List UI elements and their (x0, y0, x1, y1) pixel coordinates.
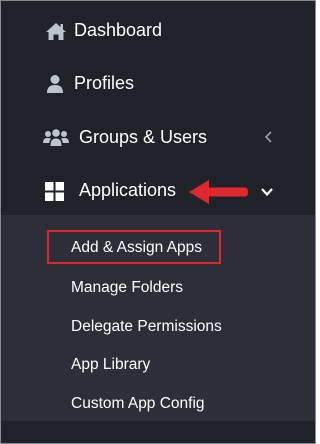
sidebar-item-label: Profiles (74, 73, 135, 93)
chevron-left-icon (262, 130, 276, 144)
submenu-item-app-library[interactable]: App Library (71, 356, 150, 374)
submenu-item-custom-app-config[interactable]: Custom App Config (71, 395, 205, 413)
sidebar-item-profiles[interactable]: Profiles (1, 64, 315, 104)
home-icon (45, 21, 67, 41)
sidebar-item-dashboard[interactable]: Dashboard (1, 11, 315, 51)
highlight-box (47, 230, 221, 264)
left-arrow-icon (187, 177, 249, 207)
chevron-down-icon (260, 185, 274, 199)
sidebar-nav: Dashboard Profiles Groups & Users Applic… (1, 1, 315, 215)
submenu-item-manage-folders[interactable]: Manage Folders (71, 279, 183, 297)
sidebar-item-groups-users[interactable]: Groups & Users (1, 118, 315, 158)
sidebar-item-label: Groups & Users (79, 127, 208, 147)
sidebar-footer (1, 421, 315, 443)
grid-icon (45, 182, 67, 202)
sidebar-frame: Dashboard Profiles Groups & Users Applic… (0, 0, 316, 444)
users-icon (43, 128, 69, 148)
submenu-item-delegate-permissions[interactable]: Delegate Permissions (71, 318, 222, 336)
sidebar-item-label: Applications (79, 180, 177, 200)
sidebar-item-applications[interactable]: Applications (1, 171, 315, 211)
user-icon (45, 74, 67, 94)
sidebar-item-label: Dashboard (74, 20, 163, 40)
